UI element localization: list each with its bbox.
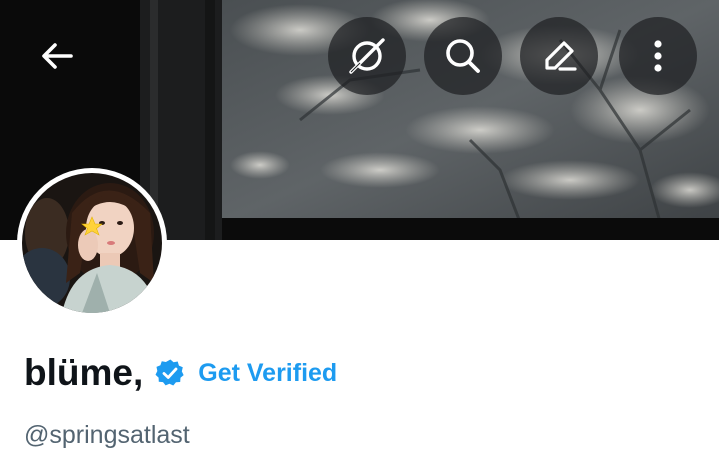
user-handle: @springsatlast <box>24 421 190 449</box>
verified-badge-icon[interactable] <box>155 358 185 388</box>
arrow-left-icon <box>42 43 73 69</box>
avatar-photo <box>22 173 162 313</box>
avatar[interactable] <box>17 168 167 318</box>
back-button[interactable] <box>18 17 96 95</box>
grok-button[interactable] <box>328 17 406 95</box>
grok-icon <box>349 38 385 74</box>
edit-button[interactable] <box>520 17 598 95</box>
verified-check-icon <box>155 359 184 386</box>
name-row: blüme, Get Verified <box>24 348 337 398</box>
more-button[interactable] <box>619 17 697 95</box>
get-verified-link[interactable]: Get Verified <box>198 359 337 388</box>
avatar-image <box>22 173 162 313</box>
more-icon <box>654 40 662 72</box>
edit-icon <box>545 41 577 71</box>
profile-screen: blüme, Get Verified @springsatlast <box>0 0 719 462</box>
display-name: blüme, <box>24 352 144 393</box>
search-button[interactable] <box>424 17 502 95</box>
search-icon <box>446 39 480 73</box>
